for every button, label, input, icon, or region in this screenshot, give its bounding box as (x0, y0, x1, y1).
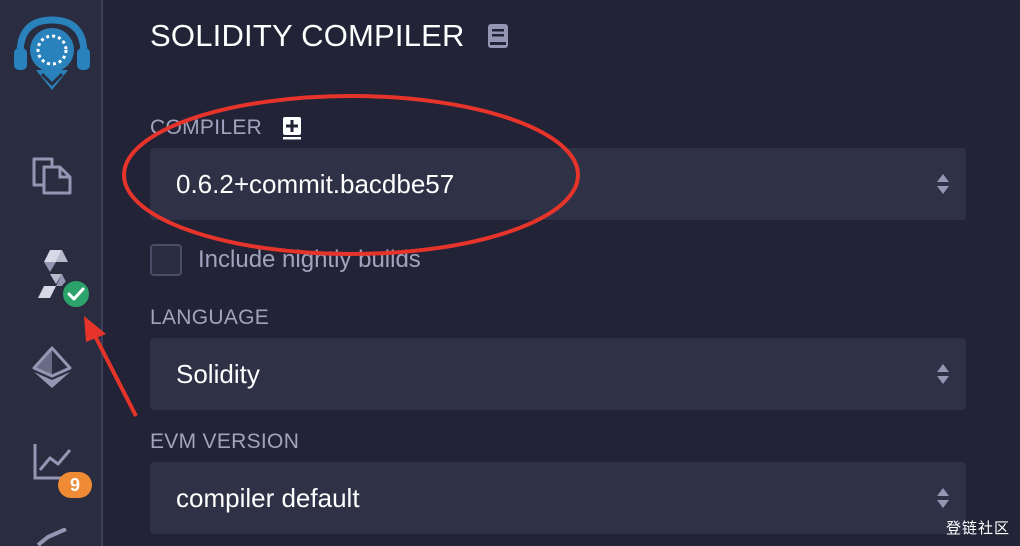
files-icon (32, 157, 71, 195)
ethereum-icon (32, 346, 71, 388)
sidebar-item-file-explorer[interactable] (0, 145, 103, 205)
documentation-button[interactable] (487, 23, 509, 49)
sidebar-item-more[interactable] (0, 528, 103, 546)
remix-logo-icon (13, 16, 90, 90)
remix-logo[interactable] (0, 12, 103, 92)
evm-version-label: EVM VERSION (150, 430, 300, 453)
nightly-builds-checkbox[interactable] (150, 244, 182, 276)
evm-version-select[interactable]: compiler default (150, 462, 966, 534)
compiler-version-value: 0.6.2+commit.bacdbe57 (176, 168, 455, 199)
compiler-panel: SOLIDITY COMPILER COMPILER 0.6.2+commit.… (150, 0, 966, 546)
nightly-builds-row: Include nightly builds (150, 244, 421, 276)
plus-square-icon (283, 117, 302, 140)
language-label: LANGUAGE (150, 306, 270, 329)
select-arrows-icon (937, 174, 949, 194)
add-compiler-button[interactable] (282, 116, 302, 140)
compiler-version-select[interactable]: 0.6.2+commit.bacdbe57 (150, 148, 966, 220)
language-value: Solidity (176, 358, 260, 389)
sidebar-item-solidity-analysis[interactable]: 9 (0, 432, 103, 500)
check-icon (36, 528, 67, 546)
book-icon (487, 24, 508, 48)
select-arrows-icon (937, 364, 949, 384)
select-arrows-icon (937, 488, 949, 508)
icon-panel: 9 (0, 0, 103, 546)
panel-header: SOLIDITY COMPILER (150, 16, 509, 56)
sidebar-item-deploy-run[interactable] (0, 340, 103, 396)
page-title: SOLIDITY COMPILER (150, 18, 465, 53)
compiler-label: COMPILER (150, 116, 263, 139)
watermark: 登链社区 (945, 519, 1010, 537)
nightly-builds-label: Include nightly builds (198, 246, 421, 273)
check-icon (67, 287, 85, 301)
compiler-label-row: COMPILER (150, 116, 302, 140)
warning-count-badge: 9 (58, 472, 92, 498)
sidebar-item-solidity-compiler[interactable] (0, 240, 103, 312)
evm-version-value: compiler default (176, 482, 360, 513)
compile-success-badge (60, 278, 92, 310)
language-select[interactable]: Solidity (150, 338, 966, 410)
